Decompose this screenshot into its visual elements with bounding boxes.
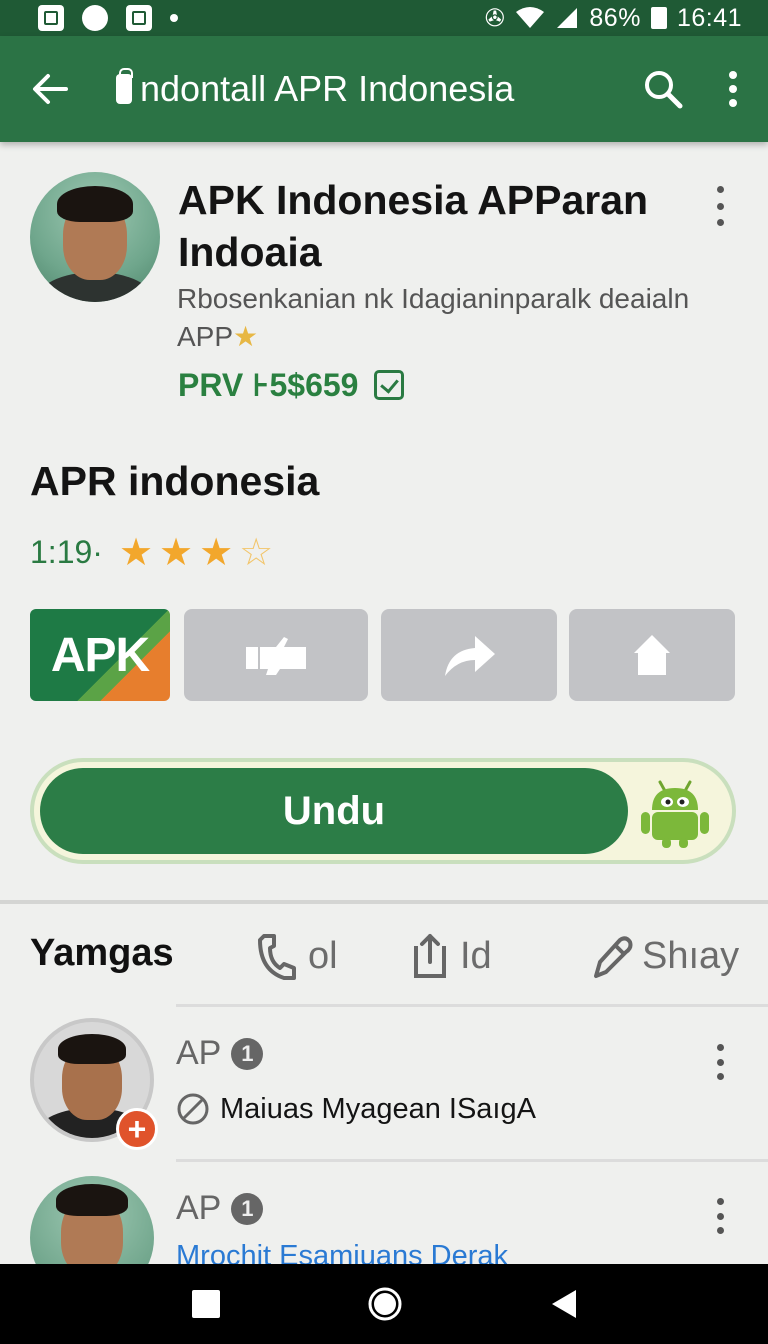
rating-row: 1:19· ★ ★ ★ ☆ xyxy=(30,530,273,575)
screen: ✇ 86% 16:41 ndontall APR Indonesia APK I… xyxy=(0,0,768,1344)
tab-yamgas[interactable]: Yamgas xyxy=(30,932,174,975)
status-bar: ✇ 86% 16:41 xyxy=(0,0,768,36)
divider xyxy=(176,1159,768,1162)
list-item-more-button[interactable] xyxy=(706,1044,734,1080)
hair-shape xyxy=(57,186,133,222)
like-button[interactable] xyxy=(184,609,368,701)
star-rating[interactable]: ★ ★ ★ ☆ xyxy=(119,530,273,575)
clock: 16:41 xyxy=(676,3,742,32)
wifi-icon xyxy=(516,7,545,28)
divider xyxy=(176,1004,768,1007)
add-badge-icon[interactable]: + xyxy=(116,1108,158,1150)
notification-icon xyxy=(126,5,152,31)
list-item-title: AP 1 xyxy=(176,1189,264,1228)
home-icon xyxy=(634,635,670,675)
info-badge-icon: 1 xyxy=(231,1192,264,1225)
more-button[interactable] xyxy=(698,36,768,142)
download-container: Undu xyxy=(30,758,736,864)
list-item-title-text: AP xyxy=(176,1189,222,1227)
tab-label: Shıay xyxy=(642,934,740,977)
list-item-title: AP 1 xyxy=(176,1034,264,1073)
app-bar-title: ndontall APR Indonesia xyxy=(140,68,515,109)
app-description: Rbosenkanian nk Idagianinparalk deaialn … xyxy=(177,280,697,356)
gallery-icon xyxy=(38,5,64,31)
info-badge-icon: 1 xyxy=(231,1037,264,1070)
action-button-row: APK xyxy=(30,609,736,701)
no-entry-icon xyxy=(177,1093,209,1125)
recents-button[interactable] xyxy=(166,1264,246,1344)
battery-icon xyxy=(650,7,667,29)
android-icon xyxy=(641,780,709,848)
star-outline-icon: ☆ xyxy=(239,532,274,574)
rating-value: 1:19· xyxy=(30,534,103,570)
app-price-text: PRV ⊦5$659 xyxy=(178,367,359,403)
search-button[interactable] xyxy=(628,36,698,142)
triangle-back-icon xyxy=(552,1290,576,1318)
back-nav-button[interactable] xyxy=(524,1264,604,1344)
share-button[interactable] xyxy=(381,609,557,701)
tab-label: Id xyxy=(460,934,492,977)
download-button[interactable]: Undu xyxy=(40,768,628,854)
hair-shape xyxy=(58,1034,126,1064)
share-icon xyxy=(445,636,495,676)
developer-avatar[interactable] xyxy=(30,172,160,302)
hair-shape xyxy=(56,1184,128,1216)
list-item-more-button[interactable] xyxy=(706,1198,734,1234)
star-icon: ★ xyxy=(159,532,194,574)
apk-button[interactable]: APK xyxy=(30,609,170,701)
section-title: APR indonesia xyxy=(30,458,320,504)
apk-label: APK xyxy=(50,628,150,682)
battery-percent: 86% xyxy=(589,3,641,32)
tab-label: Yamgas xyxy=(30,932,174,974)
circle-icon xyxy=(368,1287,402,1321)
lock-icon xyxy=(116,68,133,104)
square-icon xyxy=(192,1290,220,1318)
search-icon xyxy=(645,71,683,109)
navigation-bar xyxy=(0,1264,768,1344)
phone-icon xyxy=(258,934,296,980)
tab-id[interactable]: Id xyxy=(408,932,492,980)
list-item-subtitle-text: Maiuas Myagean ISaıgA xyxy=(220,1092,536,1125)
vibrate-icon: ✇ xyxy=(484,4,506,32)
app-title: APK Indonesia APParan Indoaia xyxy=(178,177,649,275)
divider xyxy=(0,900,768,904)
app-price: PRV ⊦5$659 xyxy=(178,366,405,404)
tab-label: ol xyxy=(308,934,338,977)
signal-icon xyxy=(557,8,578,28)
verified-check-icon xyxy=(374,370,405,400)
upload-icon xyxy=(414,934,446,978)
dot-icon xyxy=(170,14,178,22)
list-item-title-text: AP xyxy=(176,1034,222,1072)
tab-ol[interactable]: ol xyxy=(256,932,338,980)
home-button[interactable] xyxy=(569,609,735,701)
star-icon: ★ xyxy=(199,532,234,574)
arrow-left-icon xyxy=(33,74,68,104)
tab-shiay[interactable]: Shıay xyxy=(590,932,739,980)
thumb-icon xyxy=(246,637,306,675)
star-icon: ★ xyxy=(118,532,154,574)
tab-bar: Yamgas ol Id Shıay xyxy=(30,920,740,992)
app-more-button[interactable] xyxy=(706,186,734,226)
more-vert-icon xyxy=(729,71,737,107)
pen-icon xyxy=(594,936,633,978)
home-nav-button[interactable] xyxy=(345,1264,425,1344)
list-item-subtitle: Maiuas Myagean ISaıgA xyxy=(176,1092,536,1126)
back-button[interactable] xyxy=(0,36,100,142)
star-icon: ★ xyxy=(233,321,259,352)
download-label: Undu xyxy=(282,788,386,833)
app-bar: ndontall APR Indonesia xyxy=(0,36,768,142)
shield-icon xyxy=(82,5,108,31)
